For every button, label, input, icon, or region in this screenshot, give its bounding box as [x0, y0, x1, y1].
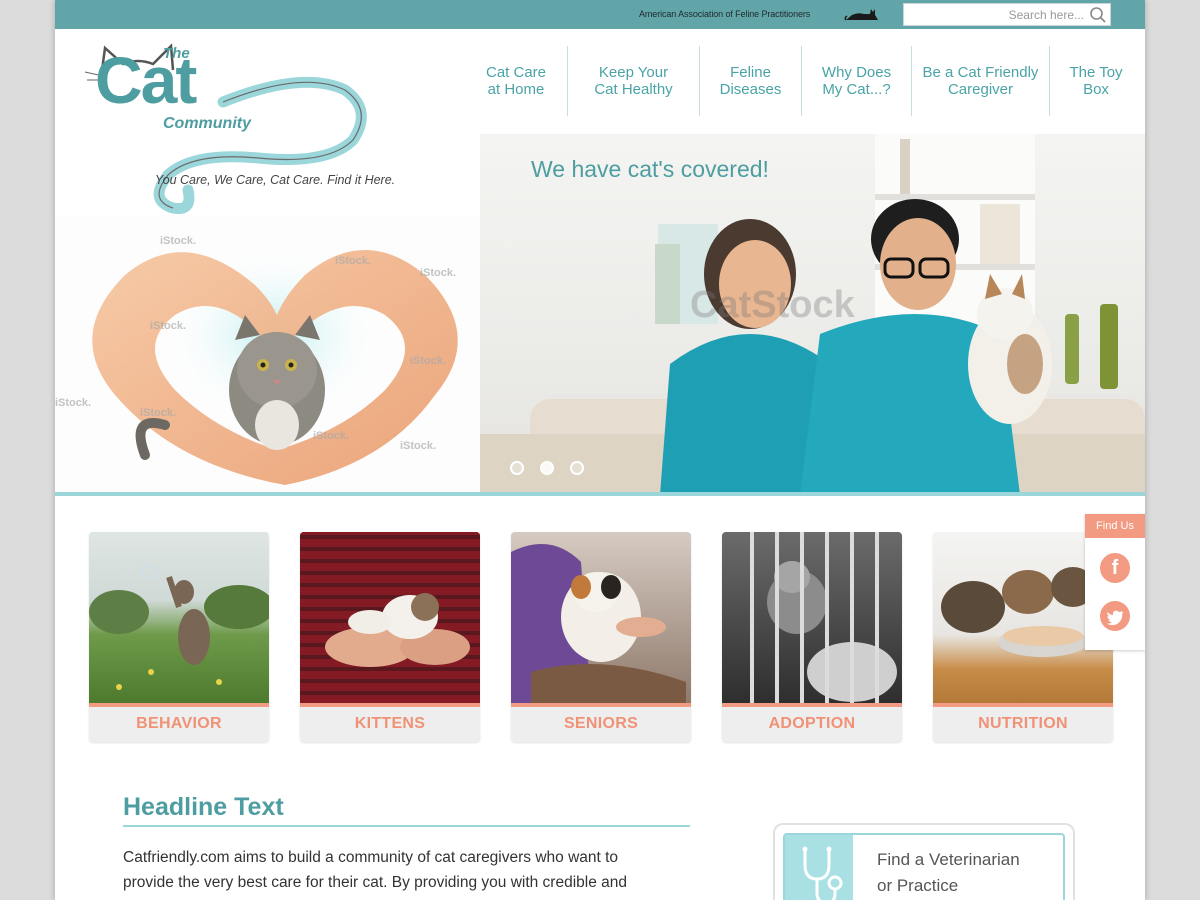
watermark: iStock.	[55, 397, 92, 409]
nav-label-line1: Be a Cat Friendly	[922, 64, 1039, 81]
watermark: iStock.	[160, 235, 197, 247]
find-veterinarian-button[interactable]: Find a Veterinarian or Practice	[773, 823, 1075, 900]
vet-box-inner: Find a Veterinarian or Practice	[783, 833, 1065, 900]
search-icon[interactable]	[1089, 6, 1107, 24]
nav-label-line1: Feline	[730, 64, 771, 81]
watermark: CatStock	[690, 284, 855, 326]
nav-label-line1: Why Does	[821, 64, 892, 81]
category-label: NUTRITION	[978, 715, 1068, 732]
search-box	[903, 3, 1111, 26]
hero-slideshow[interactable]: CatStock We have cat's covered!	[480, 134, 1145, 495]
nav-feline-diseases[interactable]: Feline Diseases	[700, 46, 802, 116]
watermark: iStock.	[140, 407, 177, 419]
watermark: iStock.	[150, 320, 187, 332]
card-accent-bar	[300, 703, 480, 707]
vet-icon-panel	[785, 835, 853, 900]
logo-community-text: Community	[163, 115, 251, 132]
category-label: KITTENS	[354, 715, 426, 732]
seniors-photo	[511, 532, 691, 703]
cat-silhouette-icon[interactable]	[844, 6, 880, 22]
behavior-photo	[89, 532, 269, 703]
nav-label-line2: Diseases	[719, 81, 782, 98]
adoption-photo	[722, 532, 902, 703]
twitter-bird-glyph	[1106, 610, 1124, 626]
hero-heart-hands-image: iStock. iStock. iStock. iStock. iStock. …	[55, 215, 480, 495]
page: American Association of Feline Practitio…	[55, 0, 1145, 900]
find-us-tab: Find Us	[1085, 514, 1145, 538]
stethoscope-icon	[802, 846, 843, 900]
watermark: iStock.	[313, 430, 350, 442]
slide-dot-2[interactable]	[540, 461, 554, 475]
nav-label-line1: The Toy	[1069, 64, 1123, 81]
category-label: BEHAVIOR	[136, 715, 222, 732]
twitter-icon[interactable]	[1100, 601, 1130, 631]
nav-label-line2: Caregiver	[947, 81, 1013, 98]
category-card-behavior[interactable]: BEHAVIOR	[89, 532, 269, 742]
logo-tagline: You Care, We Care, Cat Care. Find it Her…	[155, 173, 396, 187]
nav-label-line1: Keep Your	[598, 64, 669, 81]
headline: Headline Text	[123, 793, 284, 821]
card-accent-bar	[722, 703, 902, 707]
nav-the-toy-box[interactable]: The Toy Box	[1050, 46, 1142, 116]
category-card-adoption[interactable]: ADOPTION	[722, 532, 902, 742]
top-bar: American Association of Feline Practitio…	[55, 0, 1145, 29]
slideshow-dots	[510, 461, 584, 475]
nav-label-line2: Cat Healthy	[594, 81, 673, 98]
site-logo[interactable]: Cat The Community You Care, We Care, Cat…	[83, 40, 413, 215]
category-card-seniors[interactable]: SENIORS	[511, 532, 691, 742]
facebook-glyph: f	[1111, 557, 1119, 579]
vet-label: Find a Veterinarian or Practice	[877, 847, 1020, 899]
nav-label-line2: Box	[1083, 81, 1109, 98]
nav-why-does-my-cat[interactable]: Why Does My Cat...?	[802, 46, 912, 116]
find-us-panel: Find Us f	[1085, 514, 1145, 650]
watermark: iStock.	[420, 267, 457, 279]
intro-paragraph: Catfriendly.com aims to build a communit…	[123, 845, 653, 895]
nav-label-line2: at Home	[487, 81, 545, 98]
hero-divider	[55, 492, 1145, 496]
org-name-link[interactable]: American Association of Feline Practitio…	[639, 9, 810, 19]
watermark: iStock.	[410, 355, 447, 367]
main-nav: Cat Care at Home Keep Your Cat Healthy Fel…	[465, 46, 1142, 116]
vet-label-line1: Find a Veterinarian	[877, 850, 1020, 869]
facebook-icon[interactable]: f	[1100, 553, 1130, 583]
headline-rule	[123, 825, 690, 827]
search-input[interactable]	[908, 6, 1084, 24]
intro-line-2: provide the very best care for their cat…	[123, 874, 628, 891]
nav-cat-care-at-home[interactable]: Cat Care at Home	[465, 46, 568, 116]
category-label: ADOPTION	[768, 715, 856, 732]
watermark: iStock.	[400, 440, 437, 452]
category-label: SENIORS	[563, 715, 639, 732]
nav-label-line2: My Cat...?	[822, 81, 891, 98]
nav-keep-your-cat-healthy[interactable]: Keep Your Cat Healthy	[568, 46, 700, 116]
slide-dot-1[interactable]	[510, 461, 524, 475]
nav-label-line1: Cat Care	[485, 64, 547, 81]
category-card-kittens[interactable]: KITTENS	[300, 532, 480, 742]
vet-label-line2: or Practice	[877, 876, 959, 895]
card-accent-bar	[89, 703, 269, 707]
hero-caption: We have cat's covered!	[531, 156, 769, 182]
slide-dot-3[interactable]	[570, 461, 584, 475]
nav-cat-friendly-caregiver[interactable]: Be a Cat Friendly Caregiver	[912, 46, 1050, 116]
kittens-photo	[300, 532, 480, 703]
watermark: iStock.	[335, 255, 372, 267]
card-accent-bar	[511, 703, 691, 707]
card-accent-bar	[933, 703, 1113, 707]
logo-the-text: The	[163, 45, 190, 62]
intro-line-1: Catfriendly.com aims to build a communit…	[123, 849, 619, 866]
category-cards: BEHAVIOR KITTENS SENIORS ADOPTION NUTRIT…	[89, 532, 1113, 742]
